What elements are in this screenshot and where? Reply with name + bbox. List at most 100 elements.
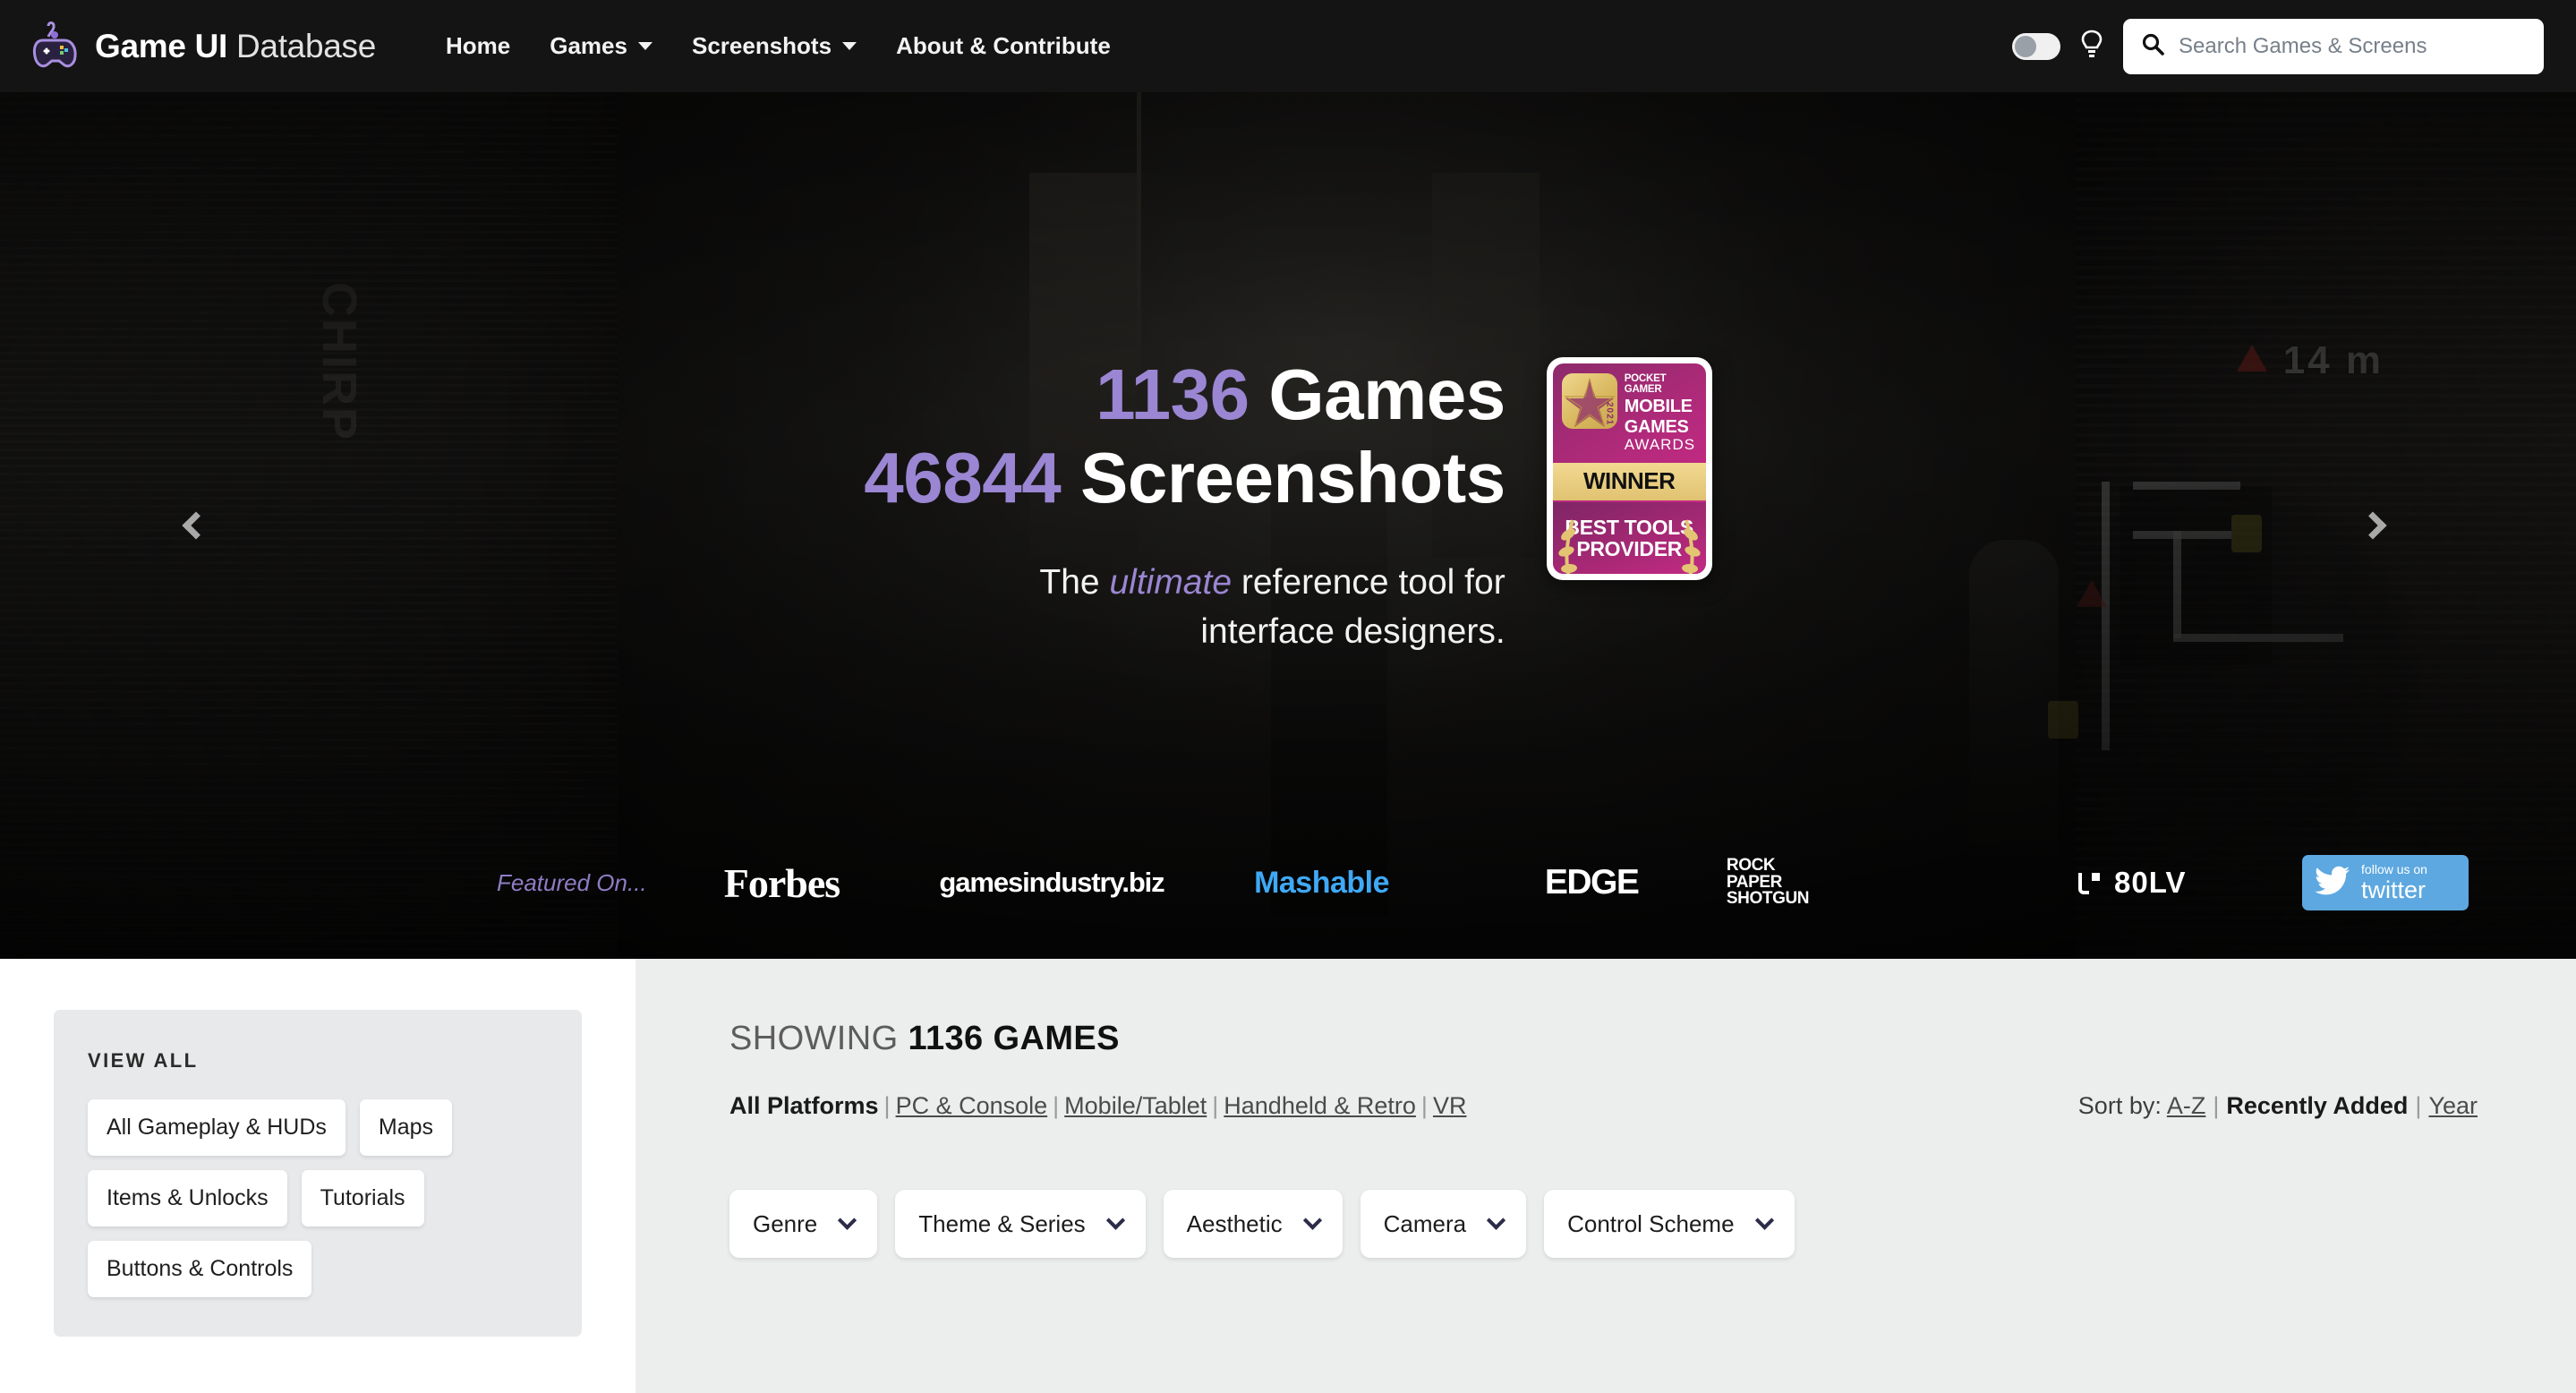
hero-headline-screenshots: 46844 Screenshots: [864, 437, 1506, 520]
main-area: VIEW ALL All Gameplay & HUDs Maps Items …: [0, 959, 2576, 1393]
press-logo-mashable[interactable]: Mashable: [1187, 866, 1457, 901]
chip-items-unlocks[interactable]: Items & Unlocks: [88, 1170, 287, 1226]
platform-handheld-retro[interactable]: Handheld & Retro: [1224, 1092, 1416, 1119]
twitter-bird-icon: [2315, 866, 2350, 901]
sidebar: VIEW ALL All Gameplay & HUDs Maps Items …: [0, 959, 635, 1393]
sort-controls: Sort by: A-Z | Recently Added | Year: [2077, 1092, 2478, 1119]
results-count-heading: SHOWING 1136 GAMES: [729, 1020, 2478, 1058]
showing-prefix: SHOWING: [729, 1020, 899, 1057]
twitter-big-text: twitter: [2361, 876, 2427, 903]
award-publisher: POCKET GAMER: [1624, 373, 1667, 395]
platform-pc-console[interactable]: PC & Console: [896, 1092, 1048, 1119]
brand-title: Game UI Database: [95, 27, 376, 64]
sort-option-year[interactable]: Year: [2428, 1092, 2478, 1119]
sort-label: Sort by:: [2077, 1092, 2162, 1119]
laurel-left-icon: [1558, 519, 1577, 574]
chevron-right-icon: [2358, 511, 2387, 540]
press-logo-80-level[interactable]: 80LV: [1996, 866, 2266, 900]
chevron-left-icon: [182, 511, 210, 540]
platform-all-active[interactable]: All Platforms: [729, 1092, 879, 1119]
press-logo-forbes[interactable]: Forbes: [647, 859, 917, 907]
award-category: BEST TOOLS PROVIDER: [1552, 501, 1706, 574]
filter-dropdown-row: Genre Theme & Series Aesthetic Camera Co…: [729, 1190, 2478, 1258]
80lv-mark-icon: [2078, 873, 2101, 894]
main-nav-links: Home Games Screenshots About & Contribut…: [426, 32, 1130, 60]
nav-item-about-label: About & Contribute: [896, 32, 1111, 59]
featured-press-row: Featured On... Forbes gamesindustry.biz …: [0, 807, 2576, 959]
chip-buttons-controls[interactable]: Buttons & Controls: [88, 1241, 312, 1297]
hero-carousel: CHIRP 14 m 1136 Games 46844: [0, 92, 2576, 959]
search-icon: [2141, 32, 2164, 60]
80lv-text: 80LV: [2114, 866, 2187, 899]
chevron-down-icon: [842, 42, 857, 50]
nav-item-games-label: Games: [550, 32, 627, 59]
award-winner-banner: WINNER: [1552, 462, 1706, 500]
laurel-right-icon: [1681, 519, 1701, 574]
twitter-small-text: follow us on: [2361, 862, 2427, 876]
top-navigation-bar: Game UI Database Home Games Screenshots …: [0, 0, 2576, 92]
hero-headline-games: 1136 Games: [864, 354, 1506, 437]
chip-all-gameplay-huds[interactable]: All Gameplay & HUDs: [88, 1099, 345, 1156]
dropdown-aesthetic[interactable]: Aesthetic: [1163, 1190, 1343, 1258]
theme-toggle-switch[interactable]: [2012, 32, 2060, 60]
showing-value: 1136 GAMES: [908, 1020, 1120, 1057]
award-line-3: AWARDS: [1624, 435, 1696, 453]
games-count: 1136: [1096, 355, 1250, 434]
platform-vr[interactable]: VR: [1433, 1092, 1467, 1119]
tagline-part-2: reference tool for: [1232, 562, 1506, 602]
nav-item-games[interactable]: Games: [530, 32, 672, 60]
chip-tutorials[interactable]: Tutorials: [301, 1170, 424, 1226]
games-word: Games: [1268, 355, 1506, 434]
carousel-next-button[interactable]: [2358, 505, 2401, 546]
chevron-down-icon: [1754, 1210, 1774, 1230]
rps-line-3: SHOTGUN: [1726, 889, 1810, 909]
search-placeholder: Search Games & Screens: [2179, 33, 2427, 58]
search-input[interactable]: Search Games & Screens: [2123, 18, 2544, 74]
dropdown-genre[interactable]: Genre: [729, 1190, 878, 1258]
dropdown-control-scheme[interactable]: Control Scheme: [1544, 1190, 1795, 1258]
hero-tagline: The ultimate reference tool for interfac…: [864, 558, 1505, 657]
press-logo-rock-paper-shotgun[interactable]: ROCK PAPER SHOTGUN: [1726, 857, 1997, 909]
chevron-down-icon: [1302, 1210, 1322, 1230]
carousel-prev-button[interactable]: [175, 505, 217, 546]
tagline-part-3: interface designers.: [1200, 611, 1506, 651]
sort-option-a-z[interactable]: A-Z: [2167, 1092, 2206, 1119]
tagline-part-1: The: [1039, 562, 1110, 602]
platform-mobile-tablet[interactable]: Mobile/Tablet: [1064, 1092, 1207, 1119]
award-winner-text: WINNER: [1582, 466, 1676, 494]
dropdown-theme-label: Theme & Series: [918, 1209, 1086, 1237]
chip-maps[interactable]: Maps: [359, 1099, 453, 1156]
dropdown-control-scheme-label: Control Scheme: [1567, 1209, 1735, 1237]
dropdown-theme-series[interactable]: Theme & Series: [895, 1190, 1146, 1258]
view-all-chip-list: All Gameplay & HUDs Maps Items & Unlocks…: [88, 1099, 482, 1297]
results-area: SHOWING 1136 GAMES All Platforms | PC & Co…: [635, 959, 2576, 1393]
sort-option-recently-added[interactable]: Recently Added: [2226, 1092, 2408, 1119]
dropdown-camera[interactable]: Camera: [1360, 1190, 1527, 1258]
press-logo-gamesindustry[interactable]: gamesindustry.biz: [917, 867, 1187, 899]
nav-item-screenshots-label: Screenshots: [691, 32, 832, 59]
dropdown-genre-label: Genre: [753, 1209, 818, 1237]
dropdown-aesthetic-label: Aesthetic: [1186, 1209, 1283, 1237]
screenshots-count: 46844: [864, 437, 1062, 517]
nav-right-controls: Search Games & Screens: [2012, 18, 2544, 74]
nav-item-screenshots[interactable]: Screenshots: [672, 32, 876, 60]
chevron-down-icon: [838, 1210, 857, 1230]
platform-filter-list: All Platforms | PC & Console | Mobile/Tablet…: [729, 1092, 1467, 1119]
game-controller-logo-icon: [30, 21, 79, 73]
award-year: 2021: [1604, 401, 1615, 425]
view-all-title: VIEW ALL: [88, 1049, 199, 1072]
press-logo-edge[interactable]: EDGE: [1456, 863, 1727, 902]
dropdown-camera-label: Camera: [1383, 1209, 1467, 1237]
tagline-emphasis: ultimate: [1109, 562, 1233, 602]
nav-item-home[interactable]: Home: [426, 32, 530, 60]
platform-and-sort-row: All Platforms | PC & Console | Mobile/Tablet…: [729, 1092, 2478, 1120]
nav-item-home-label: Home: [446, 32, 511, 59]
award-badge[interactable]: 2021 POCKET GAMER MOBILE GAMES AWARDS WI…: [1546, 357, 1712, 580]
nav-item-about-contribute[interactable]: About & Contribute: [876, 32, 1130, 60]
award-line-1: MOBILE: [1624, 397, 1693, 416]
award-star-icon: 2021: [1561, 373, 1617, 429]
twitter-follow-button[interactable]: follow us on twitter: [2302, 855, 2469, 910]
award-line-2: GAMES: [1624, 417, 1689, 438]
lightbulb-icon[interactable]: [2080, 29, 2103, 64]
brand-home-link[interactable]: Game UI Database: [30, 21, 376, 73]
